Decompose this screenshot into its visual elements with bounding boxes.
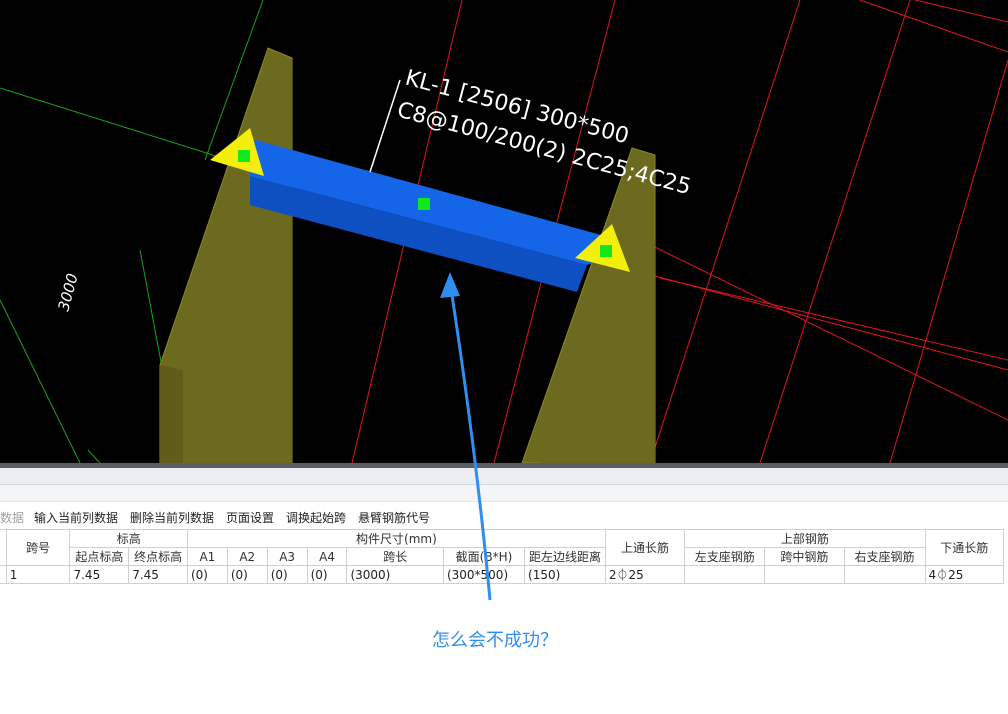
header-edge-dist: 距左边线距离	[524, 547, 606, 566]
span-rebar-table: 跨号 标高 构件尺寸(mm) 上通长筋 上部钢筋 下通长筋 起点标高 终点标高 …	[0, 529, 1005, 584]
label-leader-line	[369, 79, 401, 173]
header-top-through: 上通长筋	[604, 529, 686, 566]
drawing-canvas[interactable]: 3000 KL-1 [2506] 300*500 C8@100/200(2) 2…	[0, 0, 1008, 463]
rebar-input-panel: 数据 输入当前列数据 删除当前列数据 页面设置 调换起始跨 悬臂钢筋代号 跨号 …	[0, 463, 1008, 714]
header-a3: A3	[266, 547, 308, 566]
cell-span-no[interactable]: 1	[5, 565, 71, 584]
swap-start-span-button[interactable]: 调换起始跨	[286, 509, 346, 526]
cell-a4[interactable]: (0)	[306, 565, 348, 584]
insert-column-data-button[interactable]: 输入当前列数据	[34, 509, 118, 526]
cell-left-support[interactable]	[684, 565, 766, 584]
header-left-support: 左支座钢筋	[684, 547, 766, 566]
header-size: 构件尺寸(mm)	[186, 529, 606, 548]
delete-column-data-button[interactable]: 删除当前列数据	[130, 509, 214, 526]
cell-top-through[interactable]: 2⏀25	[604, 565, 686, 584]
cell-span-len[interactable]: (3000)	[346, 565, 444, 584]
cell-edge-dist[interactable]: (150)	[524, 565, 606, 584]
cell-a1[interactable]: (0)	[186, 565, 228, 584]
cell-right-support[interactable]	[843, 565, 926, 584]
cell-a2[interactable]: (0)	[226, 565, 268, 584]
header-right-support: 右支座钢筋	[843, 547, 926, 566]
table-header-row-1: 跨号 标高 构件尺寸(mm) 上通长筋 上部钢筋 下通长筋	[0, 529, 1005, 566]
header-end-elev: 终点标高	[128, 547, 188, 566]
page-setup-button[interactable]: 页面设置	[226, 509, 274, 526]
table-header-row-2: 起点标高 终点标高 A1 A2 A3 A4 跨长 截面(B*H) 距左边线距离 …	[0, 547, 1004, 566]
cell-a3[interactable]: (0)	[266, 565, 308, 584]
table-row[interactable]: 1 7.45 7.45 (0) (0) (0) (0) (3000) (300*…	[0, 565, 1005, 584]
header-mid-span: 跨中钢筋	[764, 547, 845, 566]
panel-header-bar	[0, 468, 1008, 485]
header-section: 截面(B*H)	[442, 547, 526, 566]
header-start-elev: 起点标高	[69, 547, 130, 566]
toolbar-item-data[interactable]: 数据	[0, 509, 24, 526]
mid-point-marker[interactable]	[418, 198, 430, 210]
header-bottom-through: 下通长筋	[924, 529, 1005, 566]
header-top-rebar: 上部钢筋	[684, 529, 926, 548]
header-a4: A4	[306, 547, 348, 566]
cantilever-rebar-code-button[interactable]: 悬臂钢筋代号	[358, 509, 430, 526]
header-a2: A2	[226, 547, 268, 566]
cell-start-elev[interactable]: 7.45	[69, 565, 130, 584]
3d-viewport[interactable]: 3000 KL-1 [2506] 300*500 C8@100/200(2) 2…	[0, 0, 1008, 463]
header-span-no: 跨号	[5, 529, 71, 566]
header-a1: A1	[186, 547, 228, 566]
panel-subheader-bar	[0, 485, 1008, 502]
header-span-len: 跨长	[346, 547, 444, 566]
dimension-label: 3000	[54, 271, 81, 313]
cell-section[interactable]: (300*500)	[442, 565, 526, 584]
cell-mid-span[interactable]	[764, 565, 845, 584]
annotation-caption: 怎么会不成功？	[432, 630, 558, 651]
cell-end-elev[interactable]: 7.45	[128, 565, 188, 584]
left-column[interactable]	[159, 47, 293, 463]
right-column[interactable]	[521, 147, 656, 463]
cell-bottom-through[interactable]: 4⏀25	[924, 565, 1005, 584]
header-elevation: 标高	[69, 529, 188, 548]
